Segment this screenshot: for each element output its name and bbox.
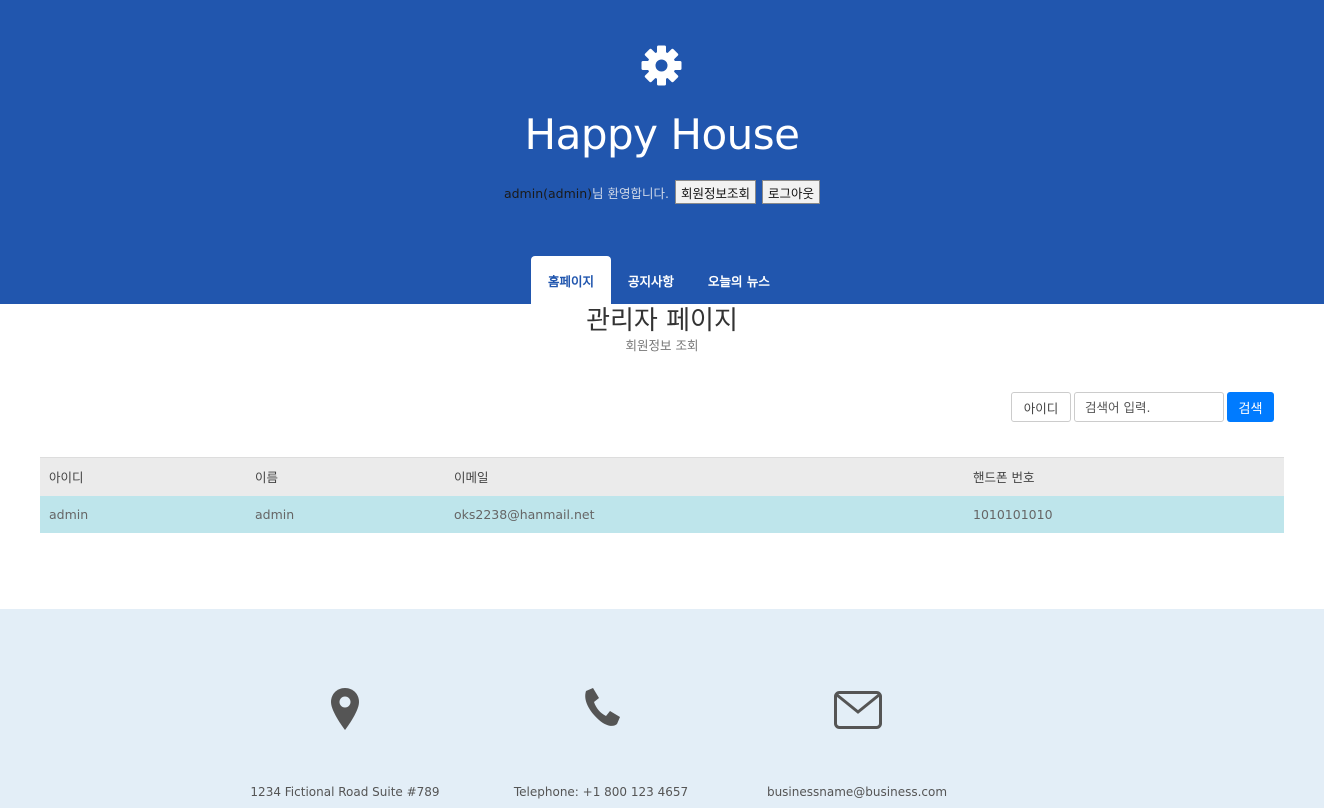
gear-icon	[641, 45, 682, 86]
search-bar: 아이디 검색	[1011, 392, 1274, 422]
envelope-icon	[834, 691, 882, 729]
page-title: 관리자 페이지	[586, 306, 738, 336]
welcome-bar: admin(admin)님 환영합니다. 회원정보조회 로그아웃	[0, 180, 1324, 204]
site-header: Happy House admin(admin)님 환영합니다. 회원정보조회 …	[0, 0, 1324, 304]
column-header-email: 이메일	[445, 457, 964, 496]
tab-notice[interactable]: 공지사항	[611, 256, 691, 304]
search-button[interactable]: 검색	[1227, 392, 1274, 422]
map-pin-icon	[331, 688, 359, 730]
table-row[interactable]: admin admin oks2238@hanmail.net 10101010…	[40, 495, 1284, 533]
tab-home[interactable]: 홈페이지	[531, 256, 612, 304]
tab-news[interactable]: 오늘의 뉴스	[691, 256, 787, 304]
member-table: 아이디 이름 이메일 핸드폰 번호 admin admin oks2238@ha…	[40, 457, 1284, 533]
site-title: Happy House	[524, 110, 800, 159]
member-info-button[interactable]: 회원정보조회	[675, 180, 757, 204]
footer-telephone: Telephone: +1 800 123 4657	[513, 785, 689, 799]
search-type-select[interactable]: 아이디	[1011, 392, 1071, 422]
cell-phone: 1010101010	[964, 495, 1284, 533]
welcome-message: admin(admin)님 환영합니다.	[504, 183, 669, 202]
cell-name: admin	[246, 495, 445, 533]
site-footer: 1234 Fictional Road Suite #789 Telephone…	[0, 609, 1324, 808]
cell-id: admin	[40, 495, 246, 533]
column-header-name: 이름	[246, 457, 445, 496]
welcome-suffix: 님 환영합니다.	[592, 185, 669, 201]
logout-button[interactable]: 로그아웃	[762, 180, 821, 204]
main-nav: 홈페이지 공지사항 오늘의 뉴스	[531, 256, 787, 304]
page-subtitle: 회원정보 조회	[625, 338, 699, 353]
cell-email: oks2238@hanmail.net	[445, 495, 964, 533]
column-header-id: 아이디	[40, 457, 246, 496]
phone-icon	[585, 688, 620, 726]
column-header-phone: 핸드폰 번호	[964, 457, 1284, 496]
table-header-row: 아이디 이름 이메일 핸드폰 번호	[40, 457, 1284, 496]
welcome-user: admin(admin)	[503, 185, 593, 201]
footer-email[interactable]: businessname@business.com	[757, 785, 957, 799]
footer-address: 1234 Fictional Road Suite #789	[250, 785, 440, 799]
search-input[interactable]	[1074, 392, 1224, 422]
